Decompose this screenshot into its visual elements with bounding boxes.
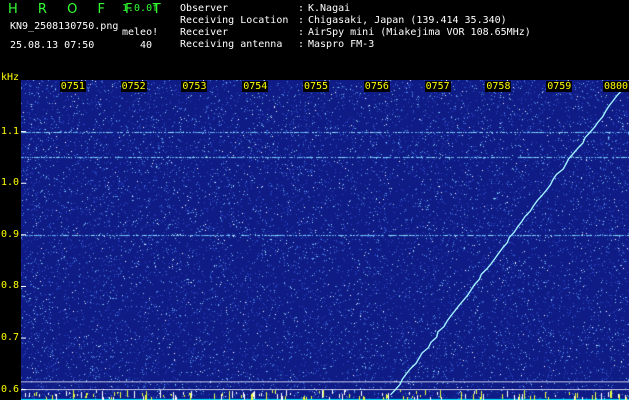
x-tick-label: 0755 xyxy=(303,81,330,92)
y-tick-label: 0.6 xyxy=(1,383,20,395)
info-key-location: Receiving Location xyxy=(180,15,289,26)
meteor-trace xyxy=(389,80,629,396)
info-key-observer: Observer xyxy=(180,3,229,14)
x-tick-label: 0800 xyxy=(603,81,629,92)
info-separator: : xyxy=(298,15,305,26)
y-axis-unit: kHz xyxy=(1,72,20,83)
spectrogram-overlay xyxy=(21,80,629,396)
y-tick-label: 0.7 xyxy=(1,332,20,344)
y-tick-label: 0.8 xyxy=(1,280,20,292)
info-separator: : xyxy=(298,39,305,50)
info-value-antenna: Maspro FM-3 xyxy=(308,39,375,50)
info-separator: : xyxy=(298,27,305,38)
meleo-value: 40 xyxy=(140,40,153,51)
x-tick-label: 0754 xyxy=(242,81,269,92)
x-tick-label: 0752 xyxy=(120,81,147,92)
info-key-antenna: Receiving antenna xyxy=(180,39,283,50)
x-tick-label: 0759 xyxy=(546,81,573,92)
info-value-location: Chigasaki, Japan (139.414 35.340) xyxy=(308,15,507,26)
x-tick-label: 0756 xyxy=(363,81,390,92)
header-panel: H R O F F T 1.0.0f KN9_2508130750.png me… xyxy=(0,0,629,78)
y-tick-label: 0.9 xyxy=(1,228,20,240)
info-value-observer: K.Nagai xyxy=(308,3,351,14)
file-name: KN9_2508130750.png xyxy=(10,21,119,32)
spectrogram-plot: 0751 0752 0753 0754 0755 0756 0757 0758 0759 0800 xyxy=(21,80,629,400)
y-tick-label: 1.0 xyxy=(1,177,20,189)
date-time: 25.08.13 07:50 xyxy=(10,40,95,51)
x-tick-label: 0757 xyxy=(424,81,451,92)
x-tick-label: 0753 xyxy=(181,81,208,92)
meleo-label: meleo! xyxy=(122,27,159,38)
x-tick-label: 0758 xyxy=(485,81,512,92)
y-tick-label: 1.1 xyxy=(1,125,20,137)
x-tick-label: 0751 xyxy=(59,81,86,92)
info-separator: : xyxy=(298,3,305,14)
info-key-receiver: Receiver xyxy=(180,27,229,38)
info-value-receiver: AirSpy mini (Miakejima VOR 108.65MHz) xyxy=(308,27,531,38)
software-version: 1.0.0f xyxy=(122,3,159,14)
